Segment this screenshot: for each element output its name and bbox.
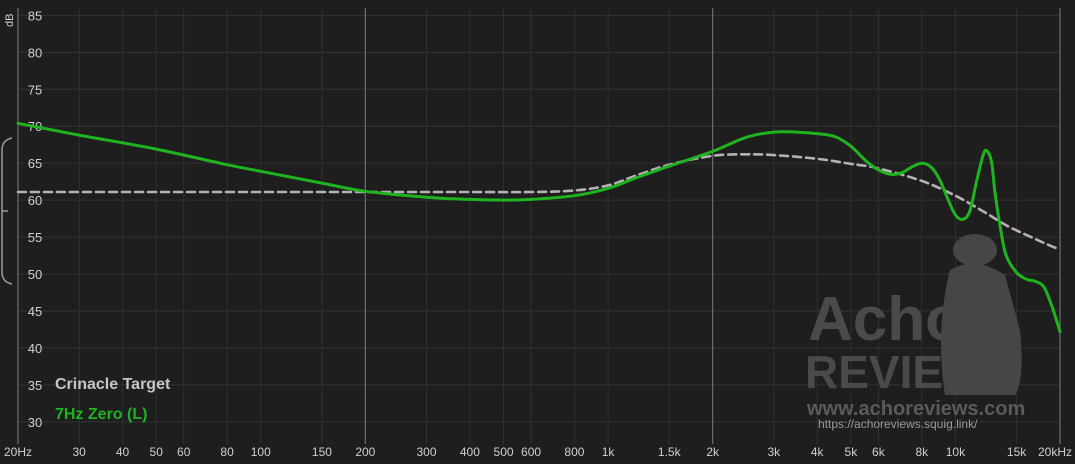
watermark-sub-url: https://achoreviews.squig.link/ (818, 417, 978, 431)
x-tick-label-800: 800 (564, 445, 584, 459)
x-tick-label-20kHz: 20kHz (1038, 445, 1072, 459)
y-tick-label-60: 60 (28, 193, 42, 208)
x-tick-label-80: 80 (220, 445, 234, 459)
x-tick-label-5k: 5k (845, 445, 859, 459)
y-tick-label-75: 75 (28, 82, 42, 97)
x-tick-label-3k: 3k (767, 445, 781, 459)
watermark-line1: Acho (808, 285, 963, 354)
x-tick-label-15k: 15k (1007, 445, 1027, 459)
y-tick-label-40: 40 (28, 341, 42, 356)
x-tick-label-40: 40 (116, 445, 130, 459)
y-tick-label-50: 50 (28, 267, 42, 282)
y-tick-label-80: 80 (28, 45, 42, 60)
x-tick-label-8k: 8k (915, 445, 929, 459)
x-tick-label-150: 150 (312, 445, 332, 459)
y-axis-unit-label: dB (4, 14, 16, 27)
x-tick-label-1k: 1k (602, 445, 616, 459)
x-tick-label-6k: 6k (872, 445, 886, 459)
y-tick-label-35: 35 (28, 378, 42, 393)
y-tick-label-55: 55 (28, 230, 42, 245)
x-tick-label-60: 60 (177, 445, 191, 459)
y-tick-label-45: 45 (28, 304, 42, 319)
x-tick-label-100: 100 (251, 445, 271, 459)
x-tick-label-2k: 2k (706, 445, 720, 459)
x-tick-label-10k: 10k (946, 445, 966, 459)
legend-entry-7hz-zero[interactable]: 7Hz Zero (L) (55, 406, 147, 423)
x-tick-label-4k: 4k (811, 445, 825, 459)
x-tick-label-500: 500 (494, 445, 514, 459)
y-tick-label-85: 85 (28, 8, 42, 23)
frequency-response-graph: Acho REVIEWS www.achoreviews.com dB 3035… (0, 0, 1075, 464)
x-tick-label-50: 50 (150, 445, 164, 459)
x-tick-label-30: 30 (72, 445, 86, 459)
x-tick-label-600: 600 (521, 445, 541, 459)
y-tick-label-65: 65 (28, 156, 42, 171)
y-tick-label-30: 30 (28, 415, 42, 430)
x-tick-label-200: 200 (355, 445, 375, 459)
x-tick-label-300: 300 (416, 445, 436, 459)
x-tick-label-1.5k: 1.5k (658, 445, 682, 459)
x-tick-label-400: 400 (460, 445, 480, 459)
x-tick-label-20Hz: 20Hz (4, 445, 32, 459)
legend-entry-crinacle-target[interactable]: Crinacle Target (55, 376, 171, 393)
